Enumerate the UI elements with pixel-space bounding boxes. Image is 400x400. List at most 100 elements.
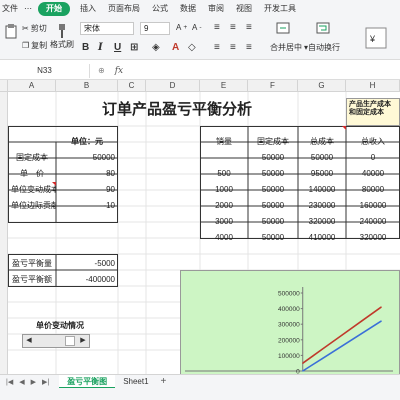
header-total-cost[interactable]: 总成本	[298, 134, 346, 150]
tab-page-layout[interactable]: 页面布局	[102, 0, 146, 18]
param-value[interactable]: -10	[56, 198, 118, 214]
align-bottom-icon[interactable]: ≡	[246, 22, 252, 33]
cell-fixed[interactable]: 50000	[248, 166, 298, 182]
cell-sales[interactable]: 4000	[200, 230, 248, 246]
param-label[interactable]: 单位边际贡献	[8, 198, 56, 214]
header-total-revenue[interactable]: 总收入	[346, 134, 400, 150]
wrap-icon[interactable]	[316, 22, 330, 34]
tab-formulas[interactable]: 公式	[146, 0, 174, 18]
breakeven-label[interactable]: 盈亏平衡额	[8, 272, 56, 288]
sheet-nav-last-icon[interactable]: ▶|	[42, 378, 49, 386]
font-size-select[interactable]: 9	[140, 22, 170, 35]
select-all-corner[interactable]	[0, 80, 8, 92]
shrink-font-button[interactable]: A-	[192, 23, 202, 32]
merge-icon[interactable]	[276, 22, 290, 34]
param-label[interactable]: 单 价	[8, 166, 56, 182]
cell-fixed[interactable]: 50000	[248, 150, 298, 166]
align-center-icon[interactable]: ≡	[230, 42, 236, 53]
tab-developer[interactable]: 开发工具	[258, 0, 302, 18]
underline-button[interactable]: U	[114, 42, 121, 53]
wrap-text-button[interactable]: 自动换行	[308, 42, 340, 53]
cell-fixed[interactable]: 50000	[248, 182, 298, 198]
cell-total[interactable]: 140000	[298, 182, 346, 198]
cell-fixed[interactable]: 50000	[248, 198, 298, 214]
header-sales[interactable]: 销量	[200, 134, 248, 150]
font-color-button[interactable]: A	[172, 42, 179, 53]
breakeven-label[interactable]: 盈亏平衡量	[8, 256, 56, 272]
cell-sales[interactable]	[200, 150, 248, 166]
column-header-c[interactable]: C	[118, 80, 146, 92]
param-value[interactable]: 50000	[56, 150, 118, 166]
cell-revenue[interactable]: 320000	[346, 230, 400, 246]
sheet-nav-next-icon[interactable]: ▶	[31, 378, 36, 386]
cell-fixed[interactable]: 50000	[248, 230, 298, 246]
cell-total[interactable]: 230000	[298, 198, 346, 214]
tab-file[interactable]: 文件	[0, 0, 22, 18]
breakeven-chart[interactable]: 5000004000003000002000001000000-6000-400…	[180, 270, 400, 380]
bold-button[interactable]: B	[82, 42, 89, 53]
align-middle-icon[interactable]: ≡	[230, 22, 236, 33]
border-button[interactable]: ⊞	[130, 42, 138, 53]
align-top-icon[interactable]: ≡	[214, 22, 220, 33]
param-label[interactable]: 固定成本	[8, 150, 56, 166]
cell-sales[interactable]: 3000	[200, 214, 248, 230]
name-box[interactable]: N33	[0, 63, 90, 78]
param-value[interactable]: 90	[56, 182, 118, 198]
cell-revenue[interactable]: 160000	[346, 198, 400, 214]
number-format-icon[interactable]: ¥	[364, 26, 388, 50]
align-left-icon[interactable]: ≡	[214, 42, 220, 53]
tab-data[interactable]: 数据	[174, 0, 202, 18]
column-header-g[interactable]: G	[298, 80, 346, 92]
fx-icon[interactable]: fx	[115, 66, 123, 76]
grow-font-button[interactable]: A +	[176, 23, 187, 32]
sheet-title[interactable]: 订单产品盈亏平衡分析	[8, 92, 346, 126]
column-header-b[interactable]: B	[56, 80, 118, 92]
column-header-d[interactable]: D	[146, 80, 200, 92]
cell-sales[interactable]: 500	[200, 166, 248, 182]
fill-color-button[interactable]: ◈	[152, 42, 160, 53]
tab-home[interactable]: 开始	[38, 2, 70, 16]
zoom-icon[interactable]: ⊕	[98, 66, 105, 75]
scroll-thumb[interactable]	[65, 336, 75, 346]
cell-revenue[interactable]: 80000	[346, 182, 400, 198]
tab-view[interactable]: 视图	[230, 0, 258, 18]
cell-revenue[interactable]: 240000	[346, 214, 400, 230]
add-sheet-icon[interactable]: +	[161, 376, 167, 387]
merge-center-button[interactable]: 合并居中 ▾	[270, 42, 308, 53]
sheet-nav-first-icon[interactable]: |◀	[6, 378, 13, 386]
unit-label[interactable]: 单位：元	[56, 134, 118, 150]
format-painter-button[interactable]: 格式刷	[50, 24, 74, 50]
sheet-tab-sheet1[interactable]: Sheet1	[115, 375, 156, 389]
breakeven-value[interactable]: -5000	[56, 256, 118, 272]
breakeven-value[interactable]: -400000	[56, 272, 118, 288]
sheet-tab-breakeven[interactable]: 盈亏平衡图	[59, 374, 116, 389]
column-header-h[interactable]: H	[346, 80, 400, 92]
italic-button[interactable]: I	[98, 42, 103, 53]
cell-total[interactable]: 50000	[298, 150, 346, 166]
cell-total[interactable]: 410000	[298, 230, 346, 246]
param-label[interactable]: 单位变动成本	[8, 182, 56, 198]
column-header-f[interactable]: F	[248, 80, 298, 92]
cut-button[interactable]: ✂ 剪切	[22, 23, 47, 34]
paste-button[interactable]	[4, 24, 18, 40]
scroll-right-icon[interactable]: ▶	[77, 335, 89, 347]
scroll-left-icon[interactable]: ◀	[23, 335, 35, 347]
cell-total[interactable]: 320000	[298, 214, 346, 230]
copy-button[interactable]: ❐ 复制	[22, 40, 47, 51]
cell-fixed[interactable]: 50000	[248, 214, 298, 230]
clear-format-button[interactable]: ◇	[188, 42, 196, 53]
price-scrollbar[interactable]: ◀ ▶	[22, 334, 90, 348]
undo-icon[interactable]: ⋯	[22, 0, 34, 18]
cell-revenue[interactable]: 40000	[346, 166, 400, 182]
cell-revenue[interactable]: 0	[346, 150, 400, 166]
header-fixed-cost[interactable]: 固定成本	[248, 134, 298, 150]
column-header-e[interactable]: E	[200, 80, 248, 92]
cell-sales[interactable]: 2000	[200, 198, 248, 214]
param-value[interactable]: 80	[56, 166, 118, 182]
tab-insert[interactable]: 插入	[74, 0, 102, 18]
sheet-nav-prev-icon[interactable]: ◀	[19, 378, 24, 386]
cell-total[interactable]: 95000	[298, 166, 346, 182]
column-header-a[interactable]: A	[8, 80, 56, 92]
tab-review[interactable]: 审阅	[202, 0, 230, 18]
cell-sales[interactable]: 1000	[200, 182, 248, 198]
